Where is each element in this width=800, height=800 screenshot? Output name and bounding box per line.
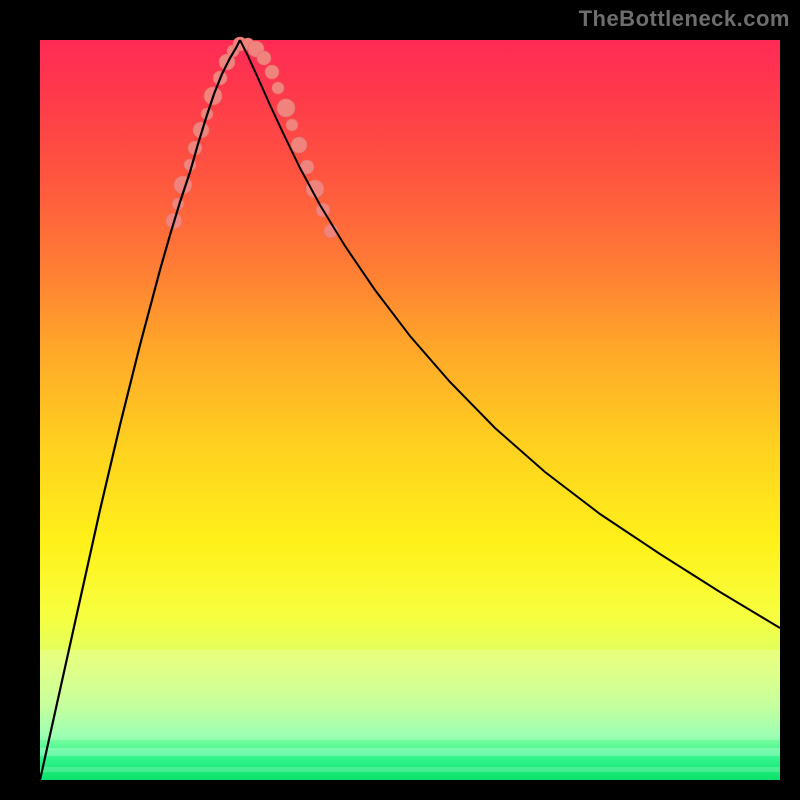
- bead-marker: [286, 119, 298, 131]
- bead-marker: [272, 82, 284, 94]
- bead-marker: [257, 51, 271, 65]
- bead-marker: [291, 137, 307, 153]
- chart-frame: TheBottleneck.com: [0, 0, 800, 800]
- bead-marker: [265, 65, 279, 79]
- right-curve: [240, 40, 780, 628]
- plot-area: [40, 40, 780, 780]
- curves-svg: [40, 40, 780, 780]
- left-curve: [40, 40, 240, 780]
- bead-marker: [277, 99, 295, 117]
- watermark-text: TheBottleneck.com: [579, 6, 790, 32]
